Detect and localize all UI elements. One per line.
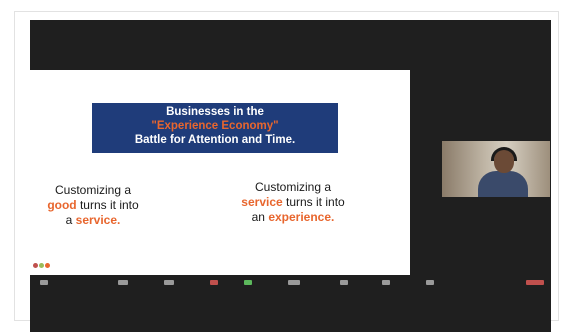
left-pre: a: [65, 213, 76, 227]
left-accent-good: good: [47, 198, 77, 212]
shared-slide: Businesses in the "Experience Economy" B…: [30, 70, 410, 275]
share-screen-icon[interactable]: [288, 280, 300, 285]
right-accent-experience: experience.: [268, 210, 335, 224]
slide-indicator-dots: [33, 263, 50, 268]
participant-body: [478, 171, 528, 197]
right-line2: service turns it into: [218, 195, 368, 210]
left-accent-service: service.: [75, 213, 121, 227]
end-icon[interactable]: [526, 280, 544, 285]
more-icon[interactable]: [426, 280, 434, 285]
slide-title-line3: Battle for Attention and Time.: [134, 134, 296, 146]
participants-icon[interactable]: [210, 280, 218, 285]
mute-icon[interactable]: [40, 280, 48, 285]
security-icon[interactable]: [164, 280, 174, 285]
indicator-dot: [39, 263, 44, 268]
left-line1: Customizing a: [54, 183, 132, 197]
right-mid: turns it into: [282, 195, 345, 209]
participant-video-tile[interactable]: [442, 141, 550, 197]
slide-title-line1: Businesses in the: [166, 106, 264, 118]
right-line3: an experience.: [218, 210, 368, 225]
slide-right-column: Customizing a service turns it into an e…: [218, 180, 368, 225]
chat-icon[interactable]: [244, 280, 252, 285]
slide-title-box: Businesses in the "Experience Economy" B…: [92, 103, 338, 153]
left-line3: a service.: [38, 213, 148, 228]
record-icon[interactable]: [340, 280, 348, 285]
left-line2: good turns it into: [38, 198, 148, 213]
video-icon[interactable]: [118, 280, 128, 285]
meeting-window: Businesses in the "Experience Economy" B…: [30, 20, 551, 332]
meeting-toolbar: [30, 279, 551, 287]
indicator-dot: [45, 263, 50, 268]
slide-title-line2: "Experience Economy": [151, 120, 279, 132]
right-pre: an: [251, 210, 269, 224]
left-mid: turns it into: [76, 198, 139, 212]
right-line1: Customizing a: [254, 180, 332, 194]
slide-left-column: Customizing a good turns it into a servi…: [38, 183, 148, 228]
reactions-icon[interactable]: [382, 280, 390, 285]
right-accent-service: service: [241, 195, 283, 209]
indicator-dot: [33, 263, 38, 268]
